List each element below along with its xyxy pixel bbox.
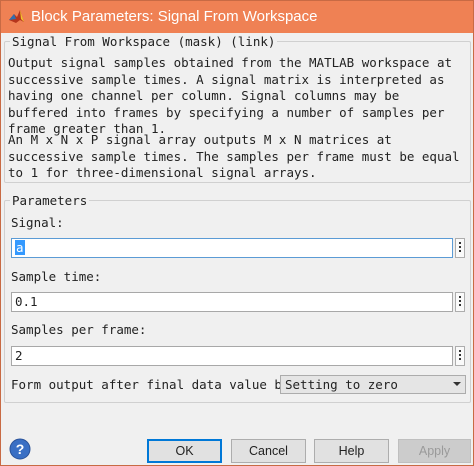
form-output-dropdown[interactable]: Setting to zero <box>280 375 466 394</box>
signal-input-value: a <box>15 240 25 255</box>
window-title: Block Parameters: Signal From Workspace <box>31 8 318 25</box>
help-button[interactable]: Help <box>314 439 389 463</box>
parameters-group-title: Parameters <box>10 193 90 208</box>
svg-text:?: ? <box>16 441 25 457</box>
vertical-dots-icon <box>459 242 461 254</box>
samples-per-frame-input-value: 2 <box>15 348 23 363</box>
samples-per-frame-label: Samples per frame: <box>11 322 147 337</box>
samples-per-frame-input[interactable]: 2 <box>11 346 453 366</box>
block-parameters-dialog: Block Parameters: Signal From Workspace … <box>0 0 474 466</box>
title-bar[interactable]: Block Parameters: Signal From Workspace <box>1 1 473 33</box>
vertical-dots-icon <box>459 350 461 362</box>
sample-time-input[interactable]: 0.1 <box>11 292 453 312</box>
sample-time-more-button[interactable] <box>455 292 465 312</box>
apply-button[interactable]: Apply <box>398 439 471 463</box>
sample-time-label: Sample time: <box>11 269 102 284</box>
chevron-down-icon <box>453 382 461 386</box>
form-output-selected: Setting to zero <box>285 377 398 392</box>
matlab-logo-icon <box>9 10 24 23</box>
ok-button[interactable]: OK <box>147 439 222 463</box>
samples-per-frame-more-button[interactable] <box>455 346 465 366</box>
mask-group-title: Signal From Workspace (mask) (link) <box>10 34 278 49</box>
cancel-button[interactable]: Cancel <box>231 439 306 463</box>
form-output-label: Form output after final data value by: <box>11 377 297 392</box>
signal-input[interactable]: a <box>11 238 453 258</box>
signal-label: Signal: <box>11 215 64 230</box>
vertical-dots-icon <box>459 296 461 308</box>
mask-description-1: Output signal samples obtained from the … <box>8 55 453 136</box>
sample-time-input-value: 0.1 <box>15 294 38 309</box>
signal-more-button[interactable] <box>455 238 465 258</box>
question-mark-icon[interactable]: ? <box>9 438 31 460</box>
mask-description-2: An M x N x P signal array outputs M x N … <box>8 132 460 180</box>
